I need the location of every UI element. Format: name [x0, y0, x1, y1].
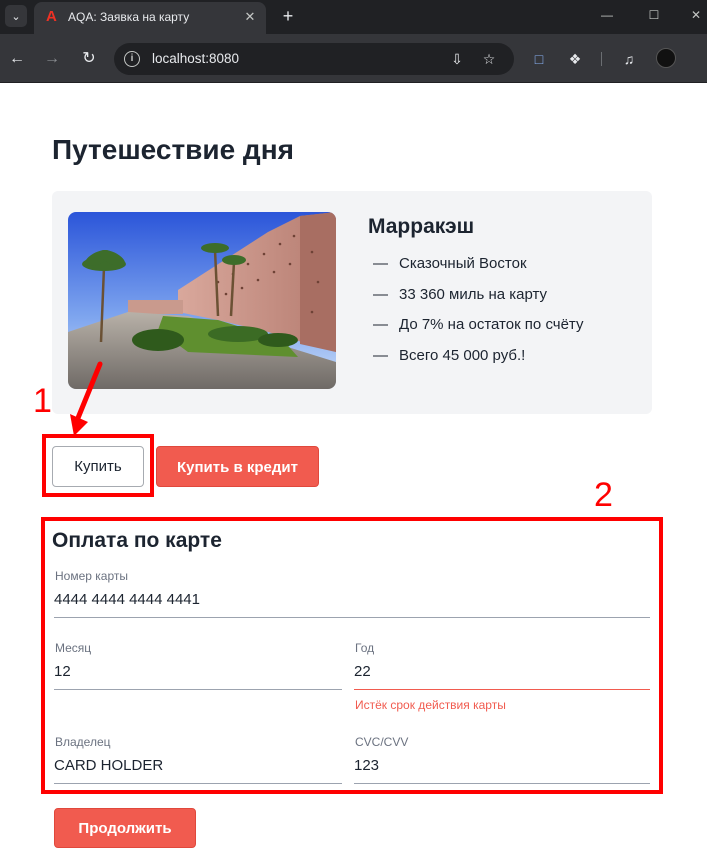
city-title: Марракэш [368, 215, 475, 238]
feature-item: — До 7% на остаток по счёту [373, 316, 584, 333]
browser-toolbar: ← → ↻ i localhost:8080 ⇩ ☆ □ ❖ ♫ [0, 34, 707, 83]
annotation-box-1 [42, 434, 154, 497]
tab-close-icon[interactable]: ✕ [242, 9, 258, 25]
browser-tab-bar: ⌄ A AQA: Заявка на карту ✕ + — ☐ ✕ [0, 0, 707, 34]
annotation-box-2 [41, 517, 663, 794]
bookmark-star-icon[interactable]: ☆ [480, 50, 498, 68]
alfa-favicon-icon: A [46, 8, 57, 25]
tab-title: AQA: Заявка на карту [68, 10, 190, 24]
profile-avatar[interactable] [656, 48, 676, 68]
url-text[interactable]: localhost:8080 [152, 51, 239, 66]
annotation-arrow-icon [70, 361, 103, 436]
feature-list: — Сказочный Восток —33 360 миль на карту … [373, 255, 583, 377]
annotation-number-1: 1 [33, 382, 52, 420]
browser-tab[interactable]: A AQA: Заявка на карту ✕ [34, 2, 266, 34]
feature-item: — Сказочный Восток [373, 255, 527, 272]
address-bar[interactable]: i localhost:8080 ⇩ ☆ [114, 43, 514, 75]
buy-credit-button[interactable]: Купить в кредит [156, 446, 319, 487]
continue-button[interactable]: Продолжить [54, 808, 196, 848]
feature-item: —33 360 миль на карту [373, 285, 548, 303]
minimize-icon[interactable]: — [599, 8, 615, 22]
maximize-icon[interactable]: ☐ [646, 8, 662, 22]
forward-arrow-icon[interactable]: → [42, 49, 62, 69]
close-window-icon[interactable]: ✕ [688, 8, 704, 22]
screenshot-icon[interactable]: □ [529, 49, 549, 69]
media-control-icon[interactable]: ♫ [619, 49, 639, 69]
back-arrow-icon[interactable]: ← [7, 49, 27, 69]
tab-search-icon[interactable]: ⌄ [5, 5, 27, 27]
feature-item: — Всего 45 000 руб.! [373, 346, 526, 364]
new-tab-icon[interactable]: + [278, 6, 298, 26]
install-app-icon[interactable]: ⇩ [448, 50, 466, 68]
offer-card: Марракэш — Сказочный Восток —33 360 миль … [52, 191, 652, 414]
reload-icon[interactable]: ↻ [79, 49, 99, 69]
toolbar-divider [601, 52, 602, 66]
annotation-number-2: 2 [594, 476, 613, 514]
site-info-icon[interactable]: i [124, 51, 140, 67]
page-title: Путешествие дня [52, 134, 294, 165]
extensions-puzzle-icon[interactable]: ❖ [565, 49, 585, 69]
